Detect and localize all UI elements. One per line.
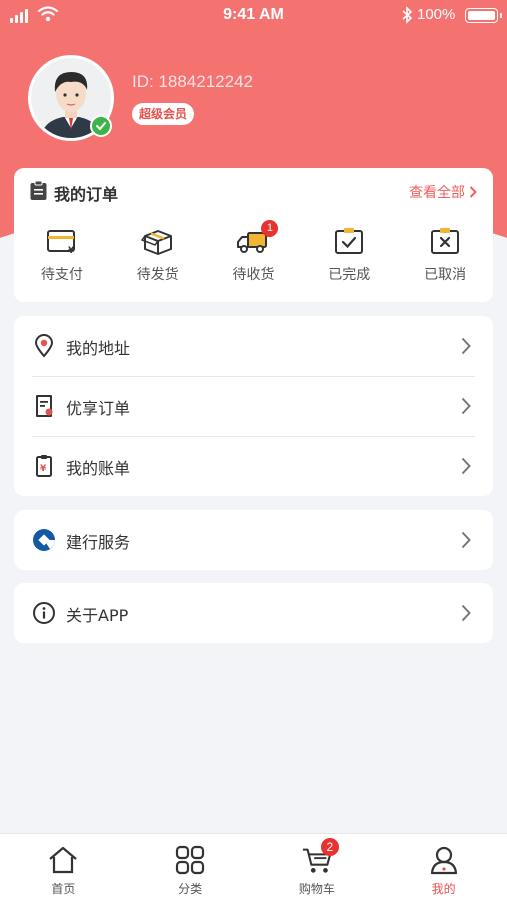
- tab-home[interactable]: 首页: [0, 834, 127, 900]
- chevron-right-icon: [461, 604, 471, 622]
- chevron-right-icon: [469, 186, 477, 198]
- order-status-pending-payment[interactable]: ¥ 待支付: [14, 226, 110, 284]
- grid-icon: [174, 844, 206, 876]
- order-status-label: 已取消: [424, 267, 467, 283]
- home-icon: [47, 844, 79, 876]
- order-status-pending-shipment[interactable]: 待发货: [110, 226, 206, 284]
- tab-profile[interactable]: 我的: [380, 834, 507, 900]
- status-bar: 9:41 AM 100%: [0, 0, 507, 32]
- tab-label: 购物车: [298, 882, 335, 896]
- order-status-label: 待收货: [232, 267, 275, 283]
- vip-order-document-icon: [32, 394, 56, 418]
- order-status-pending-receipt[interactable]: 1 待收货: [206, 220, 302, 284]
- cart-count-badge: 2: [320, 838, 339, 856]
- orders-title: 我的订单: [54, 185, 119, 204]
- order-status-label: 已完成: [328, 267, 371, 283]
- menu-item-address[interactable]: 我的地址: [14, 316, 493, 376]
- clipboard-icon: [30, 181, 47, 200]
- order-status-label: 待发货: [136, 267, 179, 283]
- location-pin-icon: [32, 334, 56, 358]
- tab-category[interactable]: 分类: [127, 834, 254, 900]
- tab-cart[interactable]: 2 购物车: [254, 834, 381, 900]
- menu-item-label: 我的地址: [66, 339, 131, 358]
- view-all-orders-link[interactable]: 查看全部: [409, 182, 477, 202]
- bill-icon: ¥: [32, 454, 56, 478]
- menu-item-label: 我的账单: [66, 459, 131, 478]
- chevron-right-icon: [461, 457, 471, 475]
- card-yen-icon: ¥: [45, 226, 79, 256]
- battery-percentage: 100%: [417, 6, 456, 23]
- avatar[interactable]: [28, 55, 114, 141]
- view-all-label: 查看全部: [409, 185, 465, 201]
- verified-icon: [90, 115, 112, 137]
- tab-label: 首页: [51, 882, 76, 896]
- info-icon: [32, 601, 56, 625]
- bottom-tab-bar: 首页 分类 2 购物车 我的: [0, 833, 507, 900]
- bluetooth-icon: [402, 6, 413, 24]
- orders-header: 我的订单 查看全部: [14, 168, 493, 214]
- member-level-badge: 超级会员: [132, 103, 195, 125]
- profile-icon: [428, 844, 460, 876]
- tab-label: 我的: [431, 882, 456, 896]
- order-status-label: 待支付: [40, 267, 83, 283]
- battery-icon: [465, 8, 502, 23]
- done-clipboard-icon: [332, 226, 366, 256]
- svg-text:¥: ¥: [68, 246, 75, 254]
- menu-item-label: 关于APP: [66, 606, 129, 625]
- menu-item-about[interactable]: 关于APP: [14, 583, 493, 643]
- account-menu-card: 我的地址 优享订单 ¥ 我的账单: [14, 316, 493, 496]
- user-id: ID: 1884212242: [132, 72, 253, 91]
- cancel-clipboard-icon: [428, 226, 462, 256]
- svg-text:¥: ¥: [40, 464, 47, 474]
- about-card: 关于APP: [14, 583, 493, 643]
- order-count-badge: 1: [261, 220, 279, 237]
- box-icon: [140, 226, 175, 256]
- tab-label: 分类: [178, 882, 203, 896]
- menu-item-label: 建行服务: [66, 533, 131, 552]
- chevron-right-icon: [461, 531, 471, 549]
- ccb-logo-icon: [32, 528, 56, 552]
- menu-item-ccb-service[interactable]: 建行服务: [14, 510, 493, 570]
- order-status-cancelled[interactable]: 已取消: [397, 226, 493, 284]
- menu-item-bills[interactable]: ¥ 我的账单: [14, 436, 493, 496]
- orders-card: 我的订单 查看全部 ¥ 待支付 待发货 1 待收货 已完成 已取消: [14, 168, 493, 302]
- chevron-right-icon: [461, 397, 471, 415]
- ccb-service-card: 建行服务: [14, 510, 493, 570]
- menu-item-vip-orders[interactable]: 优享订单: [14, 376, 493, 436]
- order-status-list: ¥ 待支付 待发货 1 待收货 已完成 已取消: [14, 220, 493, 284]
- order-status-completed[interactable]: 已完成: [301, 226, 397, 284]
- menu-item-label: 优享订单: [66, 399, 131, 418]
- chevron-right-icon: [461, 337, 471, 355]
- cart-icon: 2: [301, 838, 339, 876]
- truck-icon: 1: [236, 220, 279, 256]
